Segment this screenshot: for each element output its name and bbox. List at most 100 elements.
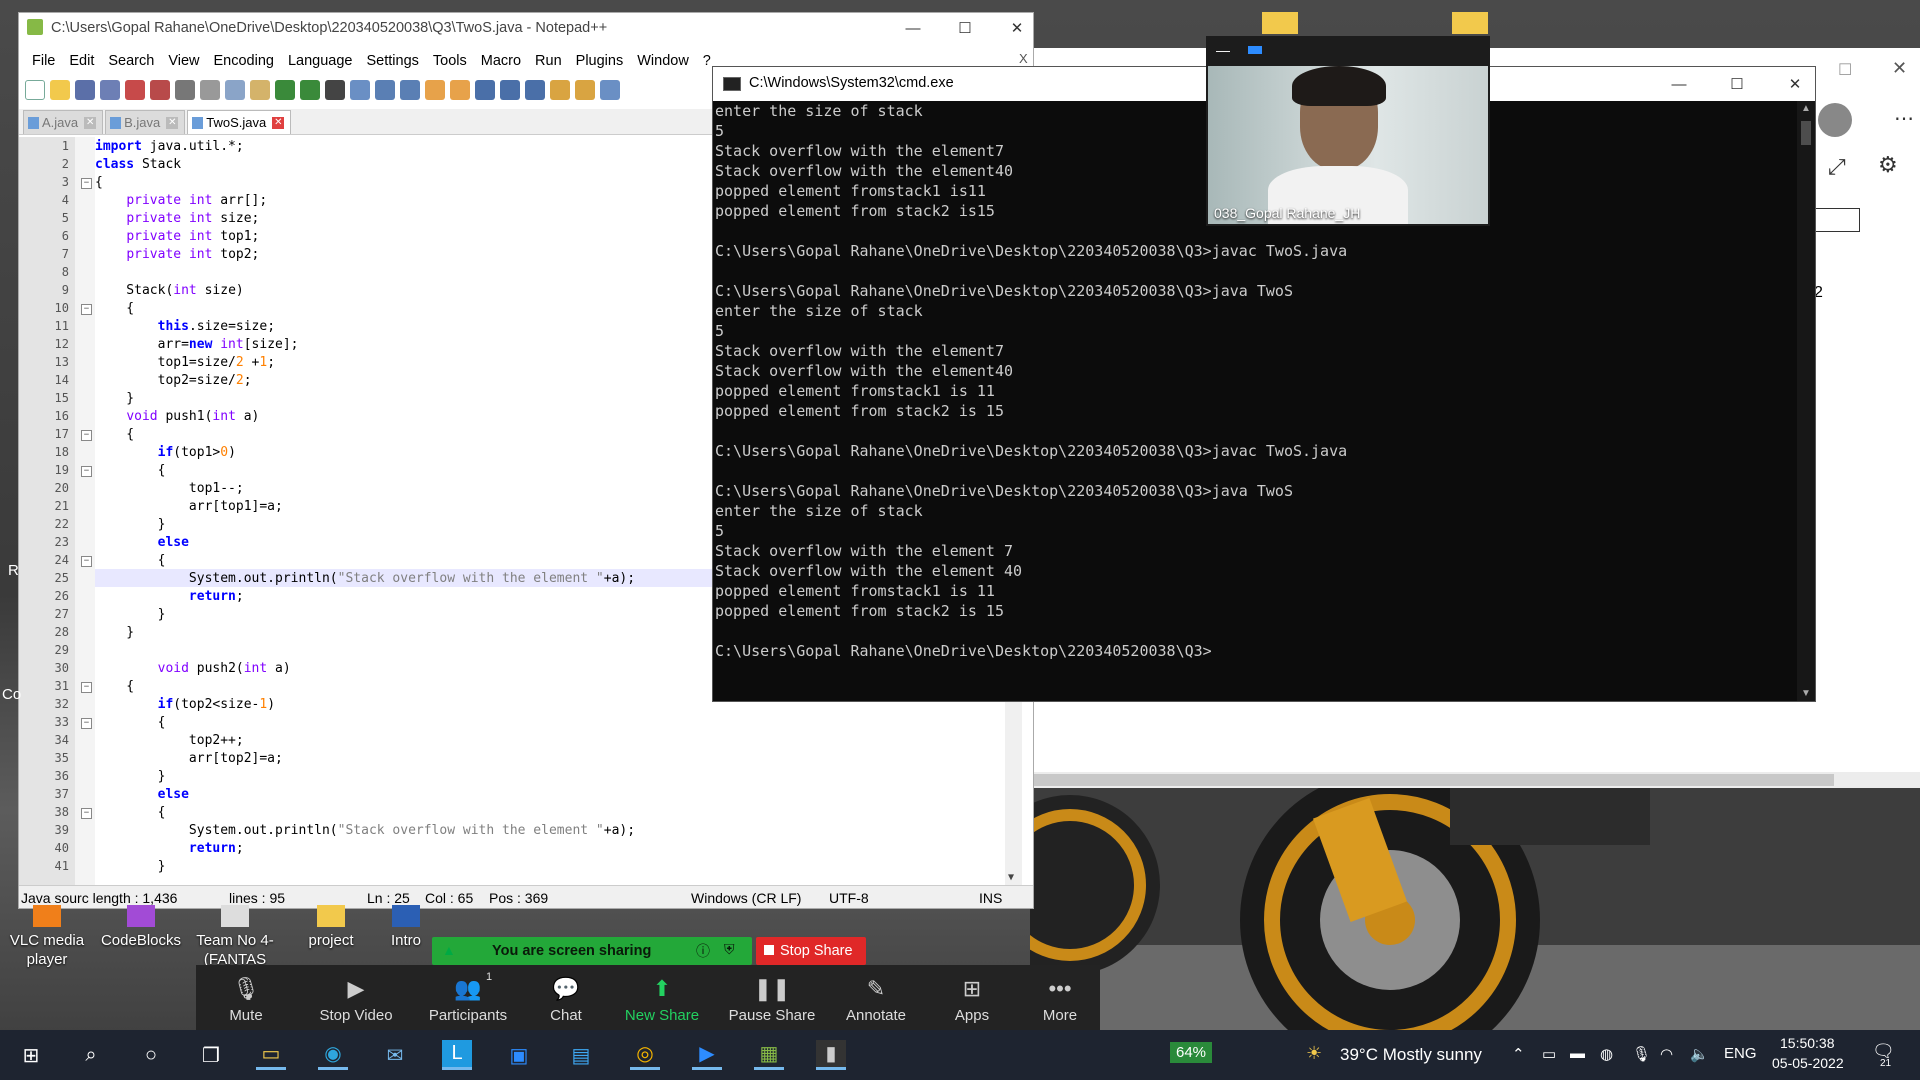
mute-button[interactable]: 🎙 Mute xyxy=(196,965,296,1035)
fold-toggle-icon[interactable]: − xyxy=(81,556,92,567)
participants-button[interactable]: 👥 Participants xyxy=(418,965,518,1035)
clock-time[interactable]: 15:50:38 xyxy=(1780,1035,1835,1051)
code-line[interactable]: class Stack xyxy=(95,157,181,172)
code-line[interactable]: void push1(int a) xyxy=(95,409,259,424)
minimize-icon[interactable]: — xyxy=(1649,67,1709,101)
copy-icon[interactable] xyxy=(225,80,245,100)
folder-icon[interactable] xyxy=(1262,12,1298,34)
menu-item-macro[interactable]: Macro xyxy=(474,53,528,69)
sync-vertical-icon[interactable] xyxy=(425,80,445,100)
maximize-icon[interactable]: ☐ xyxy=(1707,67,1767,101)
folder-icon[interactable] xyxy=(1452,12,1488,34)
code-line[interactable]: System.out.println("Stack overflow with … xyxy=(95,823,635,838)
open-file-icon[interactable] xyxy=(50,80,70,100)
minimize-icon[interactable]: — xyxy=(883,13,943,43)
npp-titlebar[interactable]: C:\Users\Gopal Rahane\OneDrive\Desktop\2… xyxy=(19,13,1033,43)
speaker-icon[interactable]: 🔈 xyxy=(1690,1045,1709,1063)
restore-icon[interactable]: ☐ xyxy=(1838,60,1852,80)
code-line[interactable]: if(top2<size-1) xyxy=(95,697,275,712)
windows-start-icon[interactable]: ⊞ xyxy=(16,1040,46,1070)
battery-indicator[interactable]: 64% xyxy=(1170,1042,1213,1063)
zoom-app-icon[interactable]: ▶ xyxy=(692,1040,722,1070)
code-line[interactable]: arr=new int[size]; xyxy=(95,337,299,352)
tab-a-java[interactable]: A.java ✕ xyxy=(23,110,104,134)
app-monitor-icon[interactable]: ▤ xyxy=(566,1040,596,1070)
meet-now-icon[interactable]: ▭ xyxy=(1542,1045,1556,1063)
app-l-icon[interactable]: L xyxy=(442,1040,472,1070)
desktop-icon-intro[interactable]: Intro xyxy=(380,905,432,950)
file-explorer-icon[interactable]: ▭ xyxy=(256,1040,286,1070)
desktop-icon-vlc[interactable]: VLC media player xyxy=(2,905,92,969)
code-line[interactable]: { xyxy=(95,715,166,730)
scroll-down-icon[interactable]: ▼ xyxy=(1008,872,1014,883)
function-list-icon[interactable] xyxy=(575,80,595,100)
edge-browser-icon[interactable]: ◉ xyxy=(318,1040,348,1070)
save-icon[interactable] xyxy=(75,80,95,100)
code-line[interactable]: private int arr[]; xyxy=(95,193,267,208)
menu-item-plugins[interactable]: Plugins xyxy=(569,53,631,69)
new-share-button[interactable]: ⬆ New Share xyxy=(612,965,712,1035)
zoom-in-icon[interactable] xyxy=(375,80,395,100)
save-all-icon[interactable] xyxy=(100,80,120,100)
tab-twos-java[interactable]: TwoS.java ✕ xyxy=(187,110,292,134)
menu-item-search[interactable]: Search xyxy=(101,53,161,69)
microphone-tray-icon[interactable]: 🎙 xyxy=(1632,1045,1651,1063)
expand-icon[interactable]: ⤢ xyxy=(1828,154,1846,180)
mail-icon[interactable]: ✉ xyxy=(380,1040,410,1070)
wifi-icon[interactable]: ◠ xyxy=(1660,1045,1673,1063)
code-line[interactable]: top1--; xyxy=(95,481,244,496)
code-line[interactable]: { xyxy=(95,463,166,478)
code-line[interactable]: Stack(int size) xyxy=(95,283,243,298)
menu-item-edit[interactable]: Edit xyxy=(62,53,101,69)
fold-toggle-icon[interactable]: − xyxy=(81,466,92,477)
code-line[interactable]: } xyxy=(95,517,166,532)
tab-close-icon[interactable]: ✕ xyxy=(166,116,179,129)
close-icon[interactable]: ✕ xyxy=(1765,67,1815,101)
fold-toggle-icon[interactable]: − xyxy=(81,178,92,189)
find-icon[interactable] xyxy=(325,80,345,100)
code-line[interactable]: else xyxy=(95,787,189,802)
maximize-icon[interactable]: ☐ xyxy=(935,13,995,43)
code-line[interactable]: import java.util.*; xyxy=(95,139,244,154)
webcam-video-tile[interactable]: — 038_Gopal Rahane_JH xyxy=(1206,36,1490,226)
code-line[interactable]: private int size; xyxy=(95,211,259,226)
fold-toggle-icon[interactable]: − xyxy=(81,430,92,441)
scroll-up-icon[interactable]: ▲ xyxy=(1801,103,1811,114)
undo-icon[interactable] xyxy=(275,80,295,100)
menu-item-file[interactable]: File xyxy=(25,53,62,69)
desktop-icon-codeblocks[interactable]: CodeBlocks xyxy=(96,905,186,950)
cmd-taskbar-icon[interactable]: ▮ xyxy=(816,1040,846,1070)
indent-guide-icon[interactable] xyxy=(525,80,545,100)
avatar[interactable] xyxy=(1818,103,1852,137)
cut-icon[interactable] xyxy=(200,80,220,100)
cortana-icon[interactable]: ○ xyxy=(136,1040,166,1070)
folder-workspace-icon[interactable] xyxy=(600,80,620,100)
video-view-icon[interactable] xyxy=(1248,46,1262,54)
code-line[interactable]: } xyxy=(95,625,134,640)
close-icon[interactable]: ✕ xyxy=(987,13,1033,43)
new-file-icon[interactable] xyxy=(25,80,45,100)
info-icon[interactable]: ⓘ xyxy=(696,941,710,961)
battery-icon[interactable]: ▬ xyxy=(1570,1045,1585,1062)
code-line[interactable]: private int top2; xyxy=(95,247,259,262)
input-box[interactable] xyxy=(1814,208,1860,232)
code-line[interactable]: private int top1; xyxy=(95,229,259,244)
fold-toggle-icon[interactable]: − xyxy=(81,808,92,819)
code-line[interactable]: return; xyxy=(95,841,244,856)
paste-icon[interactable] xyxy=(250,80,270,100)
scroll-down-icon[interactable]: ▼ xyxy=(1801,688,1811,699)
menu-item-tools[interactable]: Tools xyxy=(426,53,474,69)
menu-item-run[interactable]: Run xyxy=(528,53,569,69)
tab-close-icon[interactable]: ✕ xyxy=(84,116,97,129)
horizontal-scrollbar[interactable] xyxy=(1034,772,1920,788)
code-line[interactable]: { xyxy=(95,553,166,568)
fold-toggle-icon[interactable]: − xyxy=(81,304,92,315)
menu-item-view[interactable]: View xyxy=(161,53,206,69)
code-line[interactable]: this.size=size; xyxy=(95,319,275,334)
code-line[interactable]: if(top1>0) xyxy=(95,445,236,460)
code-line[interactable]: void push2(int a) xyxy=(95,661,291,676)
weather-text[interactable]: 39°C Mostly sunny xyxy=(1340,1045,1482,1065)
tab-close-icon[interactable]: ✕ xyxy=(272,116,285,129)
code-line[interactable]: arr[top2]=a; xyxy=(95,751,283,766)
more-button[interactable]: ••• More xyxy=(1010,965,1110,1035)
